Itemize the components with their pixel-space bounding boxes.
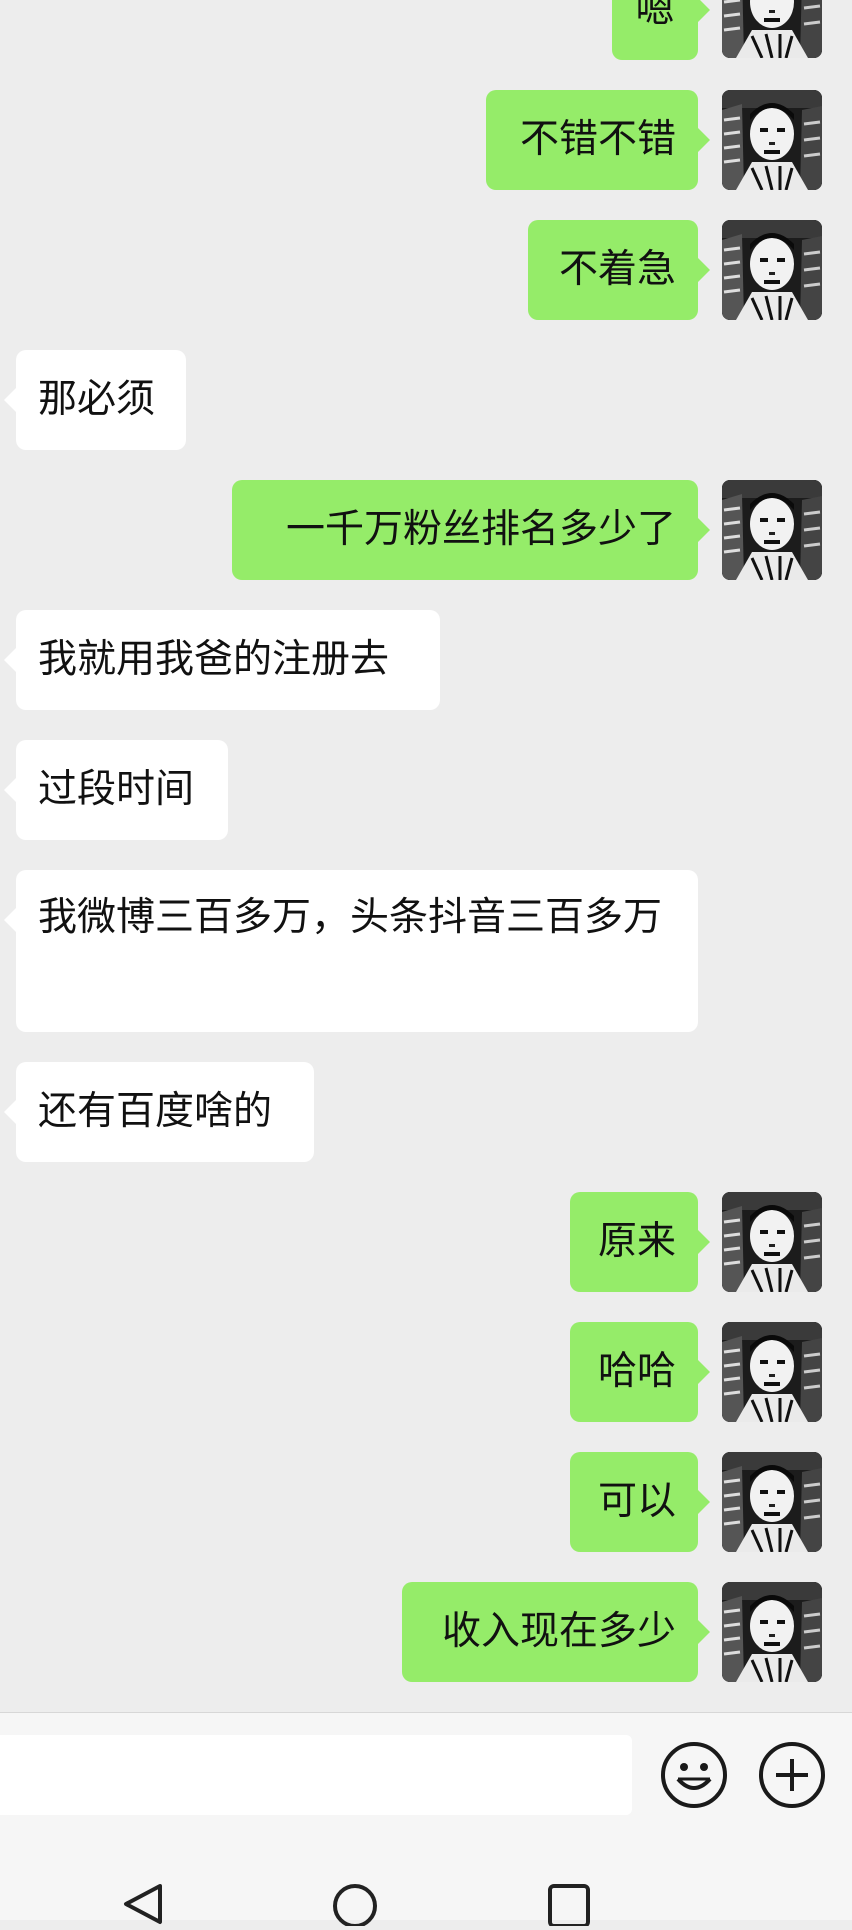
avatar[interactable] — [722, 1192, 822, 1292]
message-bubble[interactable]: 嗯 — [612, 0, 710, 60]
avatar[interactable] — [722, 1582, 822, 1682]
avatar[interactable] — [722, 1452, 822, 1552]
chat-message-list[interactable]: 嗯 不错不错 不着急 那必须 一千万粉丝排名多少了 我就用我爸的注册去 过段时间… — [0, 0, 852, 1712]
message-bubble[interactable]: 收入现在多少 — [402, 1582, 710, 1682]
message-bubble[interactable]: 过段时间 — [4, 740, 228, 840]
avatar[interactable] — [722, 480, 822, 580]
nav-recents-icon[interactable] — [544, 1882, 594, 1930]
message-input-bar — [0, 1712, 852, 1837]
avatar[interactable] — [722, 0, 822, 58]
message-bubble[interactable]: 不着急 — [528, 220, 710, 320]
message-bubble[interactable]: 我微博三百多万，头条抖音三百多万 — [4, 870, 698, 1032]
emoji-icon[interactable] — [658, 1739, 730, 1811]
message-bubble[interactable]: 一千万粉丝排名多少了 — [232, 480, 710, 580]
message-bubble[interactable]: 那必须 — [4, 350, 186, 450]
message-bubble[interactable]: 还有百度啥的 — [4, 1062, 314, 1162]
message-text-input[interactable] — [0, 1735, 632, 1815]
avatar[interactable] — [722, 220, 822, 320]
nav-home-icon[interactable] — [330, 1882, 380, 1930]
message-bubble[interactable]: 我就用我爸的注册去 — [4, 610, 440, 710]
message-bubble[interactable]: 原来 — [570, 1192, 710, 1292]
system-navigation-bar — [0, 1836, 852, 1928]
avatar[interactable] — [722, 90, 822, 190]
message-bubble[interactable]: 不错不错 — [486, 90, 710, 190]
nav-back-icon[interactable] — [118, 1882, 168, 1930]
message-bubble[interactable]: 哈哈 — [570, 1322, 710, 1422]
plus-circle-icon[interactable] — [756, 1739, 828, 1811]
avatar[interactable] — [722, 1322, 822, 1422]
message-bubble[interactable]: 可以 — [570, 1452, 710, 1552]
